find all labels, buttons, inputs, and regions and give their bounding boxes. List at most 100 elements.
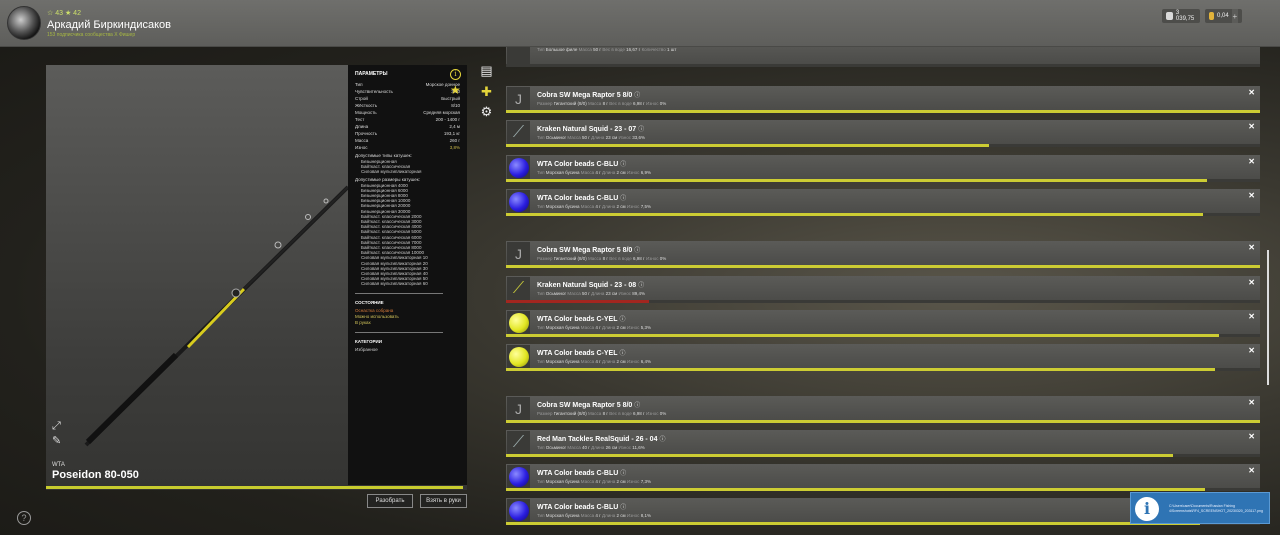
item-name: Cobra SW Mega Raptor 5 8/0 ⓘ <box>537 90 640 99</box>
item-name: WTA Color beads C-BLU ⓘ <box>537 468 626 477</box>
item-name: WTA Color beads C-BLU ⓘ <box>537 159 626 168</box>
tackle-item[interactable]: ⟋ Kraken Natural Squid - 23 - 07 ⓘ Тип Осьм… <box>506 120 1260 147</box>
meta-key: Вес в воде <box>609 101 632 106</box>
tackle-item[interactable]: WTA Color beads C-YEL ⓘ Тип Морская бусина… <box>506 344 1260 371</box>
expand-icon[interactable]: ⤢ <box>52 421 63 432</box>
info-icon[interactable]: ⓘ <box>620 196 626 202</box>
wear-bar-fill <box>506 522 1200 525</box>
info-icon[interactable]: ⓘ <box>620 317 626 323</box>
item-meta: Тип Морская бусина Масса 4 г Длина 2 см … <box>537 479 651 484</box>
meta-key: Масса <box>588 101 602 106</box>
puzzle-icon[interactable]: ✚ <box>479 84 494 99</box>
item-name: Red Man Tackles RealSquid - 26 - 04 ⓘ <box>537 434 665 443</box>
reel-types-list: Безынерционная Байткаст. классическая Сило… <box>355 159 460 175</box>
wear-bar-fill <box>506 420 1260 423</box>
squid-lure-icon: ⟋ <box>512 279 525 297</box>
tackle-item[interactable]: Тип Большое филе Масса 50 г Вес в воде 1… <box>506 47 1260 67</box>
meta-key: Размер <box>537 101 553 106</box>
meta-value: Морская бусина <box>545 204 580 209</box>
info-icon[interactable]: ⓘ <box>638 127 644 133</box>
silver-currency: 3 039,75 <box>1162 9 1200 23</box>
meta-key: Износ <box>626 170 640 175</box>
edit-icon[interactable]: ✎ <box>52 436 63 447</box>
info-icon[interactable]: ⓘ <box>620 162 626 168</box>
remove-item-icon[interactable]: ✕ <box>1248 122 1255 131</box>
tackle-item[interactable]: J Cobra SW Mega Raptor 5 8/0 ⓘ Размер Гиган… <box>506 241 1260 268</box>
meta-key: Тип <box>537 291 545 296</box>
remove-item-icon[interactable]: ✕ <box>1248 278 1255 287</box>
item-meta: Размер Гигантский (8/0) Масса 8 г Вес в … <box>537 101 666 106</box>
item-name-text: WTA Color beads C-YEL <box>537 350 618 357</box>
remove-item-icon[interactable]: ✕ <box>1248 157 1255 166</box>
meta-value: Гигантский (8/0) <box>553 256 587 261</box>
reel-sizes-list: Безынерционная 4000 Безынерционная 6000 Бе… <box>355 183 460 287</box>
info-icon[interactable]: ⓘ <box>620 471 626 477</box>
meta-value: 89,4% <box>632 291 646 296</box>
gear-icon[interactable]: ⚙ <box>479 104 494 119</box>
remove-item-icon[interactable]: ✕ <box>1248 88 1255 97</box>
item-name-text: WTA Color beads C-BLU <box>537 470 619 477</box>
info-icon[interactable]: ⓘ <box>638 283 644 289</box>
tackle-item[interactable]: J Cobra SW Mega Raptor 5 8/0 ⓘ Размер Гиган… <box>506 396 1260 423</box>
item-thumbnail <box>507 499 530 522</box>
meta-value: 6,9% <box>640 170 651 175</box>
info-icon[interactable]: ⓘ <box>634 93 640 99</box>
remove-item-icon[interactable]: ✕ <box>1248 398 1255 407</box>
item-name-text: Cobra SW Mega Raptor 5 8/0 <box>537 402 633 409</box>
info-icon[interactable]: i <box>450 69 461 80</box>
remove-item-icon[interactable]: ✕ <box>1248 466 1255 475</box>
meta-key: Длина <box>602 359 616 364</box>
buy-gold-button[interactable]: + <box>1231 9 1238 23</box>
meta-key: Тип <box>537 325 545 330</box>
screenshot-notification[interactable]: i C:\Users\user\Documents\Russian Fishin… <box>1130 492 1270 524</box>
remove-item-icon[interactable]: ✕ <box>1248 432 1255 441</box>
remove-item-icon[interactable]: ✕ <box>1248 191 1255 200</box>
tackle-item[interactable]: WTA Color beads C-BLU ⓘ Тип Морская бусина… <box>506 155 1260 182</box>
item-meta: Тип Морская бусина Масса 4 г Длина 2 см … <box>537 325 651 330</box>
meta-value: 2 см <box>616 325 626 330</box>
tackle-item[interactable]: WTA Color beads C-BLU ⓘ Тип Морская бусина… <box>506 189 1260 216</box>
disassemble-button[interactable]: Разобрать <box>367 494 413 508</box>
item-meta: Тип Морская бусина Масса 4 г Длина 2 см … <box>537 359 651 364</box>
meta-key: Износ <box>645 101 659 106</box>
info-icon[interactable]: ⓘ <box>620 505 626 511</box>
meta-value: 8 г <box>602 101 608 106</box>
info-icon[interactable]: ⓘ <box>620 351 626 357</box>
state-line: В руках <box>355 319 371 325</box>
wear-bar-fill <box>506 488 1205 491</box>
meta-key: Длина <box>591 135 605 140</box>
remove-item-icon[interactable]: ✕ <box>1248 312 1255 321</box>
item-thumbnail <box>507 156 530 179</box>
document-icon[interactable]: ▤ <box>479 63 494 78</box>
param-row: Тест 200 - 1400 г <box>355 116 460 123</box>
player-subtitle: 153 подписчика сообщества X Фишер <box>47 32 136 38</box>
item-name-text: Kraken Natural Squid - 23 - 08 <box>537 282 637 289</box>
meta-value: 23 см <box>605 291 618 296</box>
param-row: Чувствительность 3/10 <box>355 88 460 95</box>
meta-key: Износ <box>626 479 640 484</box>
tackle-item[interactable]: ⟋ Red Man Tackles RealSquid - 26 - 04 ⓘ Тип… <box>506 430 1260 457</box>
scrollbar[interactable] <box>1267 250 1269 385</box>
meta-value: Осьминог <box>545 445 567 450</box>
tackle-item[interactable]: WTA Color beads C-YEL ⓘ Тип Морская бусина… <box>506 310 1260 337</box>
tackle-item[interactable]: WTA Color beads C-BLU ⓘ Тип Морская бусина… <box>506 464 1260 491</box>
meta-value: Большое филе <box>545 47 578 52</box>
remove-item-icon[interactable]: ✕ <box>1248 243 1255 252</box>
avatar[interactable] <box>7 6 41 40</box>
info-icon[interactable]: ⓘ <box>634 248 640 254</box>
favorite-star-icon[interactable]: ★ <box>450 84 461 96</box>
tackle-item[interactable]: ⟋ Kraken Natural Squid - 23 - 08 ⓘ Тип Осьм… <box>506 276 1260 303</box>
item-name-text: Kraken Natural Squid - 23 - 07 <box>537 126 637 133</box>
param-row: Длина 2,4 м <box>355 123 460 130</box>
info-icon[interactable]: ⓘ <box>634 403 640 409</box>
silver-amount: 3 039,75 <box>1175 10 1195 22</box>
remove-item-icon[interactable]: ✕ <box>1248 346 1255 355</box>
help-icon[interactable]: ? <box>17 511 31 525</box>
meta-value: 26 см <box>605 445 618 450</box>
yellow-bead-icon <box>508 346 529 367</box>
meta-value: 4 г <box>595 359 601 364</box>
tackle-item[interactable]: J Cobra SW Mega Raptor 5 8/0 ⓘ Размер Гиган… <box>506 86 1260 113</box>
info-icon[interactable]: ⓘ <box>659 437 665 443</box>
meta-key: Тип <box>537 204 545 209</box>
take-in-hands-button[interactable]: Взять в руки <box>420 494 467 508</box>
